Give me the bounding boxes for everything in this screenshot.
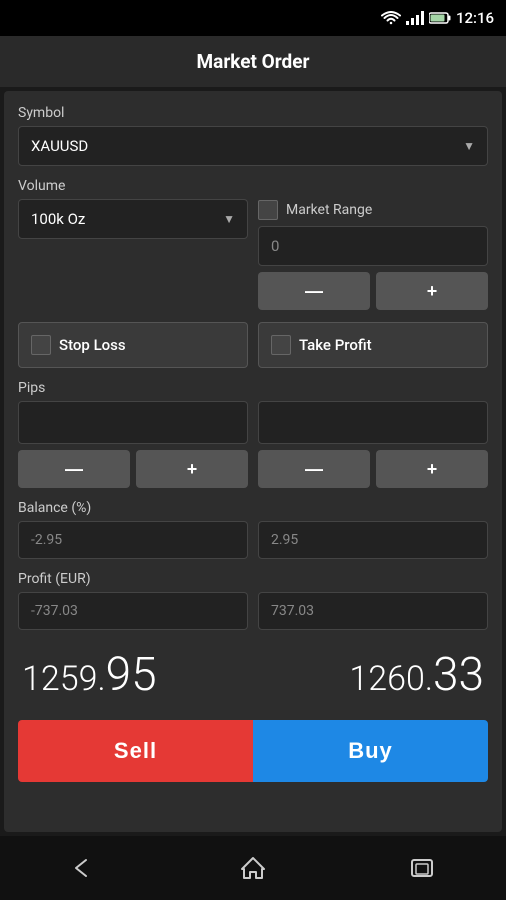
- buy-price-main: 1260.: [349, 659, 433, 699]
- battery-icon: [429, 11, 451, 25]
- volume-market-row: Volume 100k Oz ▼ Market Range 0 — +: [18, 178, 488, 310]
- balance-left-value: -2.95: [18, 521, 248, 559]
- market-range-input[interactable]: 0: [258, 226, 488, 266]
- pips-left-minus-btn[interactable]: —: [18, 450, 130, 488]
- take-profit-label: Take Profit: [299, 336, 372, 354]
- profit-left-value: -737.03: [18, 592, 248, 630]
- action-row: Sell Buy: [18, 720, 488, 782]
- pips-right-plus-btn[interactable]: +: [376, 450, 488, 488]
- sell-button[interactable]: Sell: [18, 720, 253, 782]
- stop-loss-label: Stop Loss: [59, 336, 126, 354]
- market-range-plus-btn[interactable]: +: [376, 272, 488, 310]
- market-range-section: Market Range 0 — +: [258, 200, 488, 310]
- sell-price-decimal: 95: [106, 648, 157, 702]
- back-icon: [70, 856, 98, 880]
- status-icons: 12:16: [381, 9, 494, 27]
- status-time: 12:16: [456, 9, 494, 27]
- recents-icon: [409, 856, 435, 880]
- market-range-minus-btn[interactable]: —: [258, 272, 370, 310]
- price-row: 1259. 95 1260. 33: [18, 642, 488, 708]
- plus-icon: +: [427, 282, 438, 300]
- plus-icon-pr: +: [427, 460, 438, 478]
- sell-price-main: 1259.: [22, 659, 106, 699]
- pips-right-minus-btn[interactable]: —: [258, 450, 370, 488]
- wifi-icon: [381, 11, 401, 25]
- buy-price-decimal: 33: [433, 648, 484, 702]
- symbol-label: Symbol: [18, 105, 488, 121]
- buy-button[interactable]: Buy: [253, 720, 488, 782]
- pips-right-steppers: — +: [258, 450, 488, 488]
- symbol-dropdown[interactable]: XAUUSD ▼: [18, 126, 488, 166]
- pips-section: Pips — + —: [18, 380, 488, 488]
- profit-values-row: -737.03 737.03: [18, 592, 488, 630]
- stop-loss-toggle[interactable]: Stop Loss: [18, 322, 248, 368]
- symbol-dropdown-arrow: ▼: [463, 139, 475, 153]
- balance-right-value: 2.95: [258, 521, 488, 559]
- pips-inputs-row: [18, 401, 488, 444]
- signal-icon: [406, 11, 424, 25]
- sl-tp-row: Stop Loss Take Profit: [18, 322, 488, 368]
- pips-left-steppers: — +: [18, 450, 248, 488]
- nav-bar: [0, 836, 506, 900]
- take-profit-checkbox[interactable]: [271, 335, 291, 355]
- app-container: Market Order Symbol XAUUSD ▼ Volume 100k…: [0, 36, 506, 836]
- recents-button[interactable]: [392, 848, 452, 888]
- minus-icon-pr: —: [305, 460, 323, 478]
- status-bar: 12:16: [0, 0, 506, 36]
- balance-label: Balance (%): [18, 500, 488, 516]
- volume-label: Volume: [18, 178, 248, 194]
- profit-right-value: 737.03: [258, 592, 488, 630]
- profit-label: Profit (EUR): [18, 571, 488, 587]
- price-left: 1259. 95: [22, 648, 157, 702]
- volume-dropdown-arrow: ▼: [223, 212, 235, 226]
- title-bar: Market Order: [0, 36, 506, 87]
- back-button[interactable]: [54, 848, 114, 888]
- pips-left-plus-btn[interactable]: +: [136, 450, 248, 488]
- volume-value: 100k Oz: [31, 210, 85, 228]
- pips-left-input[interactable]: [18, 401, 248, 444]
- price-right: 1260. 33: [349, 648, 484, 702]
- pips-steppers-row: — + — +: [18, 450, 488, 488]
- pips-right-input[interactable]: [258, 401, 488, 444]
- balance-section: Balance (%) -2.95 2.95: [18, 500, 488, 559]
- minus-icon: —: [305, 282, 323, 300]
- page-title: Market Order: [0, 50, 506, 73]
- home-button[interactable]: [223, 848, 283, 888]
- market-range-header: Market Range: [258, 200, 488, 220]
- market-range-checkbox[interactable]: [258, 200, 278, 220]
- plus-icon-pl: +: [187, 460, 198, 478]
- symbol-section: Symbol XAUUSD ▼: [18, 105, 488, 166]
- home-icon: [240, 856, 266, 880]
- volume-section: Volume 100k Oz ▼: [18, 178, 248, 239]
- take-profit-toggle[interactable]: Take Profit: [258, 322, 488, 368]
- profit-section: Profit (EUR) -737.03 737.03: [18, 571, 488, 630]
- stop-loss-checkbox[interactable]: [31, 335, 51, 355]
- pips-label: Pips: [18, 380, 488, 396]
- market-range-steppers: — +: [258, 272, 488, 310]
- minus-icon-pl: —: [65, 460, 83, 478]
- balance-values-row: -2.95 2.95: [18, 521, 488, 559]
- symbol-value: XAUUSD: [31, 137, 88, 155]
- market-range-label: Market Range: [286, 202, 372, 218]
- volume-dropdown[interactable]: 100k Oz ▼: [18, 199, 248, 239]
- main-content: Symbol XAUUSD ▼ Volume 100k Oz ▼ Market …: [4, 91, 502, 832]
